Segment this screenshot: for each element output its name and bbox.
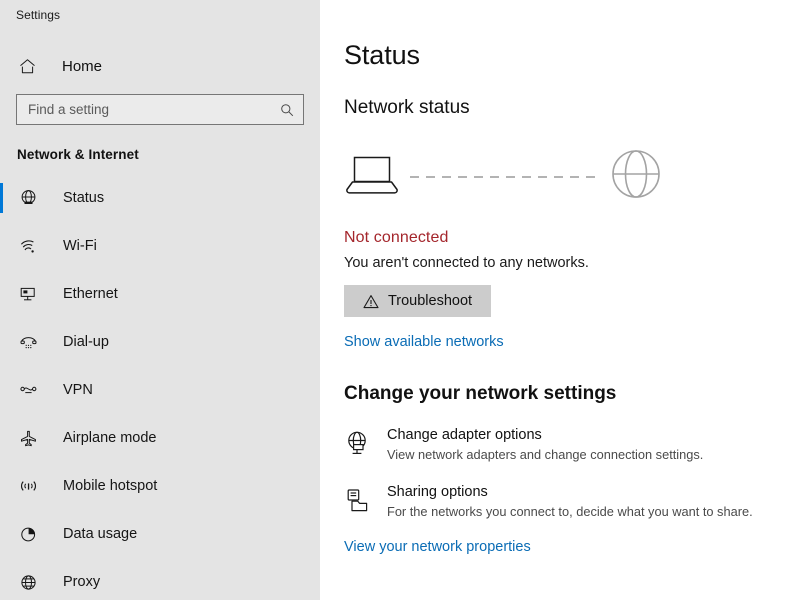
page-title: Status: [344, 40, 420, 70]
sidebar-item-label: Proxy: [63, 574, 101, 590]
network-status-icon: [17, 187, 39, 209]
globe-icon: [17, 571, 39, 593]
sidebar-item-mobile-hotspot[interactable]: Mobile hotspot: [0, 462, 320, 510]
sidebar-item-label: Mobile hotspot: [63, 478, 158, 494]
search-input[interactable]: [28, 95, 279, 124]
sidebar-item-status[interactable]: Status: [0, 174, 320, 222]
sidebar-nav: Status Wi-Fi Ethernet Dial-up VPN Airpla…: [0, 174, 320, 600]
main-content: Status Network status Not connected You …: [320, 0, 800, 600]
sidebar-item-label: Ethernet: [63, 286, 118, 302]
option-text: Sharing options For the networks you con…: [387, 484, 753, 519]
dashed-connection-line: [410, 167, 600, 185]
laptop-icon: [344, 152, 400, 201]
option-sharing-options[interactable]: Sharing options For the networks you con…: [344, 484, 800, 519]
option-title: Sharing options: [387, 484, 488, 500]
sidebar-item-label: Status: [63, 190, 105, 206]
search-box[interactable]: [16, 94, 304, 125]
airplane-icon: [17, 427, 39, 449]
ethernet-icon: [17, 283, 39, 305]
status-title: Not connected: [344, 229, 449, 246]
change-network-settings-heading: Change your network settings: [344, 383, 617, 404]
sidebar-item-label: Data usage: [63, 526, 138, 542]
sidebar-home-label: Home: [62, 57, 103, 75]
sidebar-item-data-usage[interactable]: Data usage: [0, 510, 320, 558]
window-title: Settings: [16, 8, 61, 22]
globe-icon: [610, 148, 662, 205]
sharing-options-icon: [344, 484, 374, 514]
pie-chart-icon: [17, 523, 39, 545]
show-available-networks-link[interactable]: Show available networks: [344, 334, 504, 350]
dialup-phone-icon: [17, 331, 39, 353]
sidebar-item-dialup[interactable]: Dial-up: [0, 318, 320, 366]
network-diagram: [344, 147, 800, 205]
option-change-adapter-options[interactable]: Change adapter options View network adap…: [344, 427, 800, 462]
status-description: You aren't connected to any networks.: [344, 255, 589, 271]
option-text: Change adapter options View network adap…: [387, 427, 703, 462]
sidebar-item-home[interactable]: Home: [0, 47, 320, 85]
window-titlebar: Settings: [0, 0, 320, 30]
search-icon[interactable]: [279, 103, 295, 117]
sidebar-item-airplane-mode[interactable]: Airplane mode: [0, 414, 320, 462]
option-subtitle: For the networks you connect to, decide …: [387, 504, 753, 519]
home-icon: [16, 58, 38, 75]
warning-triangle-icon: [363, 294, 379, 309]
sidebar-item-ethernet[interactable]: Ethernet: [0, 270, 320, 318]
sidebar-item-label: Wi-Fi: [63, 238, 97, 254]
sidebar-item-wifi[interactable]: Wi-Fi: [0, 222, 320, 270]
network-adapter-icon: [344, 427, 374, 457]
sidebar-item-vpn[interactable]: VPN: [0, 366, 320, 414]
sidebar-item-label: Dial-up: [63, 334, 109, 350]
sidebar-item-label: Airplane mode: [63, 430, 157, 446]
network-status-heading: Network status: [344, 97, 470, 118]
sidebar-group-title: Network & Internet: [17, 147, 139, 162]
settings-window: Settings Home Network & Internet: [0, 0, 800, 600]
view-network-properties-link[interactable]: View your network properties: [344, 539, 531, 555]
troubleshoot-button[interactable]: Troubleshoot: [344, 285, 491, 317]
vpn-icon: [17, 379, 39, 401]
troubleshoot-label: Troubleshoot: [387, 293, 473, 309]
sidebar-item-label: VPN: [63, 382, 93, 398]
wifi-icon: [17, 235, 39, 257]
hotspot-icon: [17, 475, 39, 497]
connection-status: Not connected You aren't connected to an…: [344, 229, 800, 271]
option-subtitle: View network adapters and change connect…: [387, 447, 704, 462]
option-title: Change adapter options: [387, 427, 542, 443]
sidebar: Settings Home Network & Internet: [0, 0, 320, 600]
sidebar-item-proxy[interactable]: Proxy: [0, 558, 320, 600]
